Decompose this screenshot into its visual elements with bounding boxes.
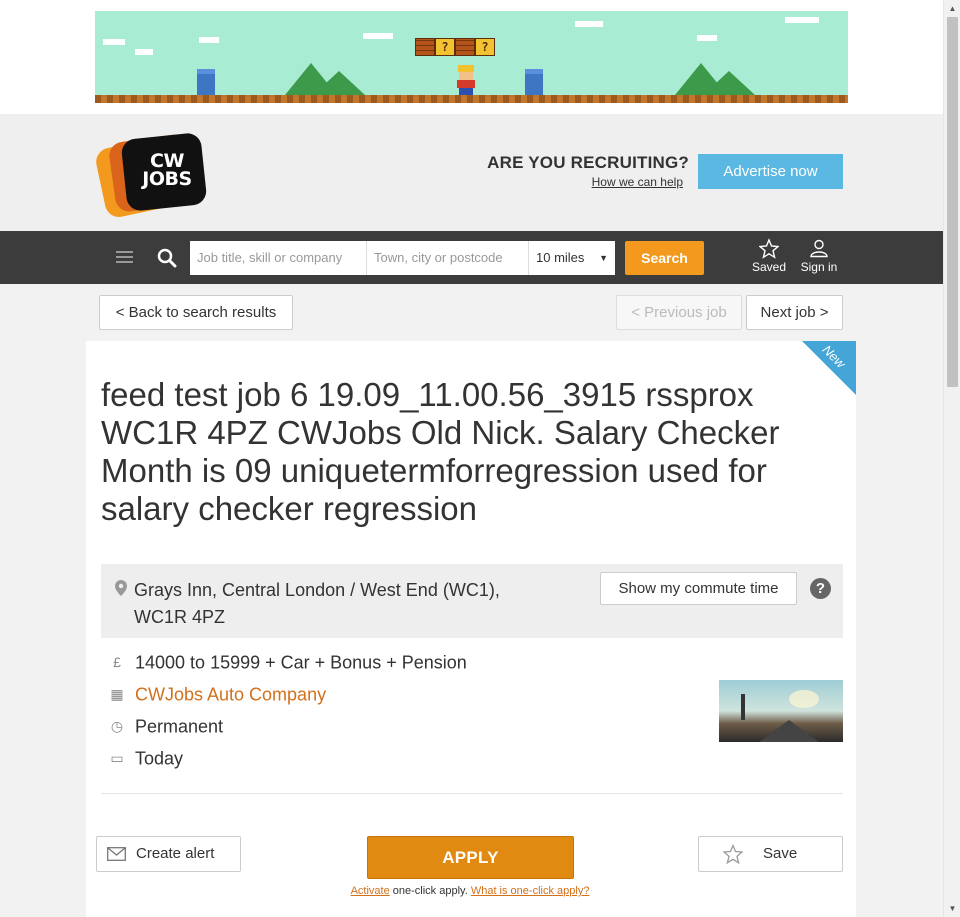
apply-button[interactable]: APPLY: [367, 836, 574, 879]
dropdown-arrow-icon: ▼: [599, 253, 608, 263]
pound-icon: £: [113, 654, 121, 671]
scrollbar-thumb[interactable]: [947, 17, 958, 387]
company-logo-image[interactable]: [719, 680, 843, 742]
distance-value: 10 miles: [536, 250, 585, 265]
ground-strip: [95, 95, 848, 103]
posted-row: ▭ Today: [108, 744, 183, 770]
question-block: ?: [475, 38, 495, 56]
job-title-input[interactable]: Job title, skill or company: [190, 241, 367, 275]
job-type-row: ◷ Permanent: [108, 712, 223, 738]
back-to-results-button[interactable]: < Back to search results: [99, 295, 293, 330]
create-alert-button[interactable]: Create alert: [96, 836, 241, 872]
search-icon[interactable]: [157, 248, 177, 268]
previous-job-button[interactable]: < Previous job: [616, 295, 742, 330]
ad-area: ? ?: [0, 0, 943, 114]
star-icon: [759, 238, 779, 259]
job-title: feed test job 6 19.09_11.00.56_3915 rssp…: [101, 376, 780, 527]
location-box: Grays Inn, Central London / West End (WC…: [101, 564, 843, 638]
logo-text-jobs: JOBS: [142, 168, 192, 190]
action-bar: Create alert APPLY Save Activate one-cli…: [0, 836, 943, 917]
search-button[interactable]: Search: [625, 241, 704, 275]
user-icon: [810, 239, 828, 258]
section-divider: [101, 793, 843, 794]
scroll-up-arrow-icon[interactable]: ▲: [944, 0, 960, 17]
show-commute-button[interactable]: Show my commute time: [600, 572, 797, 605]
vertical-scrollbar[interactable]: ▲ ▼: [943, 0, 960, 917]
posted-value: Today: [135, 748, 184, 769]
recruiting-heading: ARE YOU RECRUITING?: [487, 153, 689, 172]
site-header: CW JOBS ARE YOU RECRUITING? How we can h…: [0, 114, 943, 231]
company-row: ▦ CWJobs Auto Company: [108, 680, 326, 706]
sign-in-label: Sign in: [800, 260, 838, 274]
save-job-button[interactable]: Save: [698, 836, 843, 872]
distance-select[interactable]: 10 miles ▼: [529, 241, 615, 275]
saved-jobs-link[interactable]: Saved: [747, 238, 791, 274]
advertise-now-button[interactable]: Advertise now: [698, 154, 843, 189]
envelope-icon: [107, 847, 126, 861]
building-icon: ▦: [110, 686, 124, 703]
next-job-button[interactable]: Next job >: [746, 295, 843, 330]
location-pin-icon: [115, 580, 127, 596]
one-click-apply-note: Activate one-click apply. What is one-cl…: [300, 885, 640, 897]
how-we-can-help-link[interactable]: How we can help: [540, 175, 683, 189]
salary-value: 14000 to 15999 + Car + Bonus + Pension: [135, 652, 467, 673]
what-is-one-click-link[interactable]: What is one-click apply?: [471, 885, 590, 897]
one-click-text: one-click apply.: [392, 885, 468, 897]
question-block: ?: [435, 38, 455, 56]
star-outline-icon: [722, 843, 744, 865]
activate-link[interactable]: Activate: [351, 885, 390, 897]
clock-icon: ◷: [110, 718, 124, 735]
save-label: Save: [763, 845, 798, 862]
mario-character: [455, 65, 477, 95]
hamburger-menu-icon[interactable]: [116, 251, 133, 264]
job-location: Grays Inn, Central London / West End (WC…: [134, 580, 500, 627]
location-input[interactable]: Town, city or postcode: [367, 241, 529, 275]
calendar-icon: ▭: [110, 750, 124, 767]
page: ? ? CW JOBS ARE YOU RECRUITING? How we c…: [0, 0, 943, 917]
saved-label: Saved: [751, 260, 787, 274]
search-nav-bar: Job title, skill or company Town, city o…: [0, 231, 943, 284]
scroll-down-arrow-icon[interactable]: ▼: [944, 900, 960, 917]
cwjobs-logo[interactable]: CW JOBS: [93, 132, 208, 220]
ad-banner[interactable]: ? ?: [95, 11, 848, 103]
job-type-value: Permanent: [135, 716, 224, 737]
company-link[interactable]: CWJobs Auto Company: [135, 684, 326, 704]
salary-row: £14000 to 15999 + Car + Bonus + Pension: [108, 648, 467, 674]
help-icon[interactable]: ?: [810, 578, 831, 599]
job-card: New feed test job 6 19.09_11.00.56_3915 …: [86, 341, 856, 917]
create-alert-label: Create alert: [136, 845, 215, 862]
sign-in-link[interactable]: Sign in: [796, 238, 842, 274]
